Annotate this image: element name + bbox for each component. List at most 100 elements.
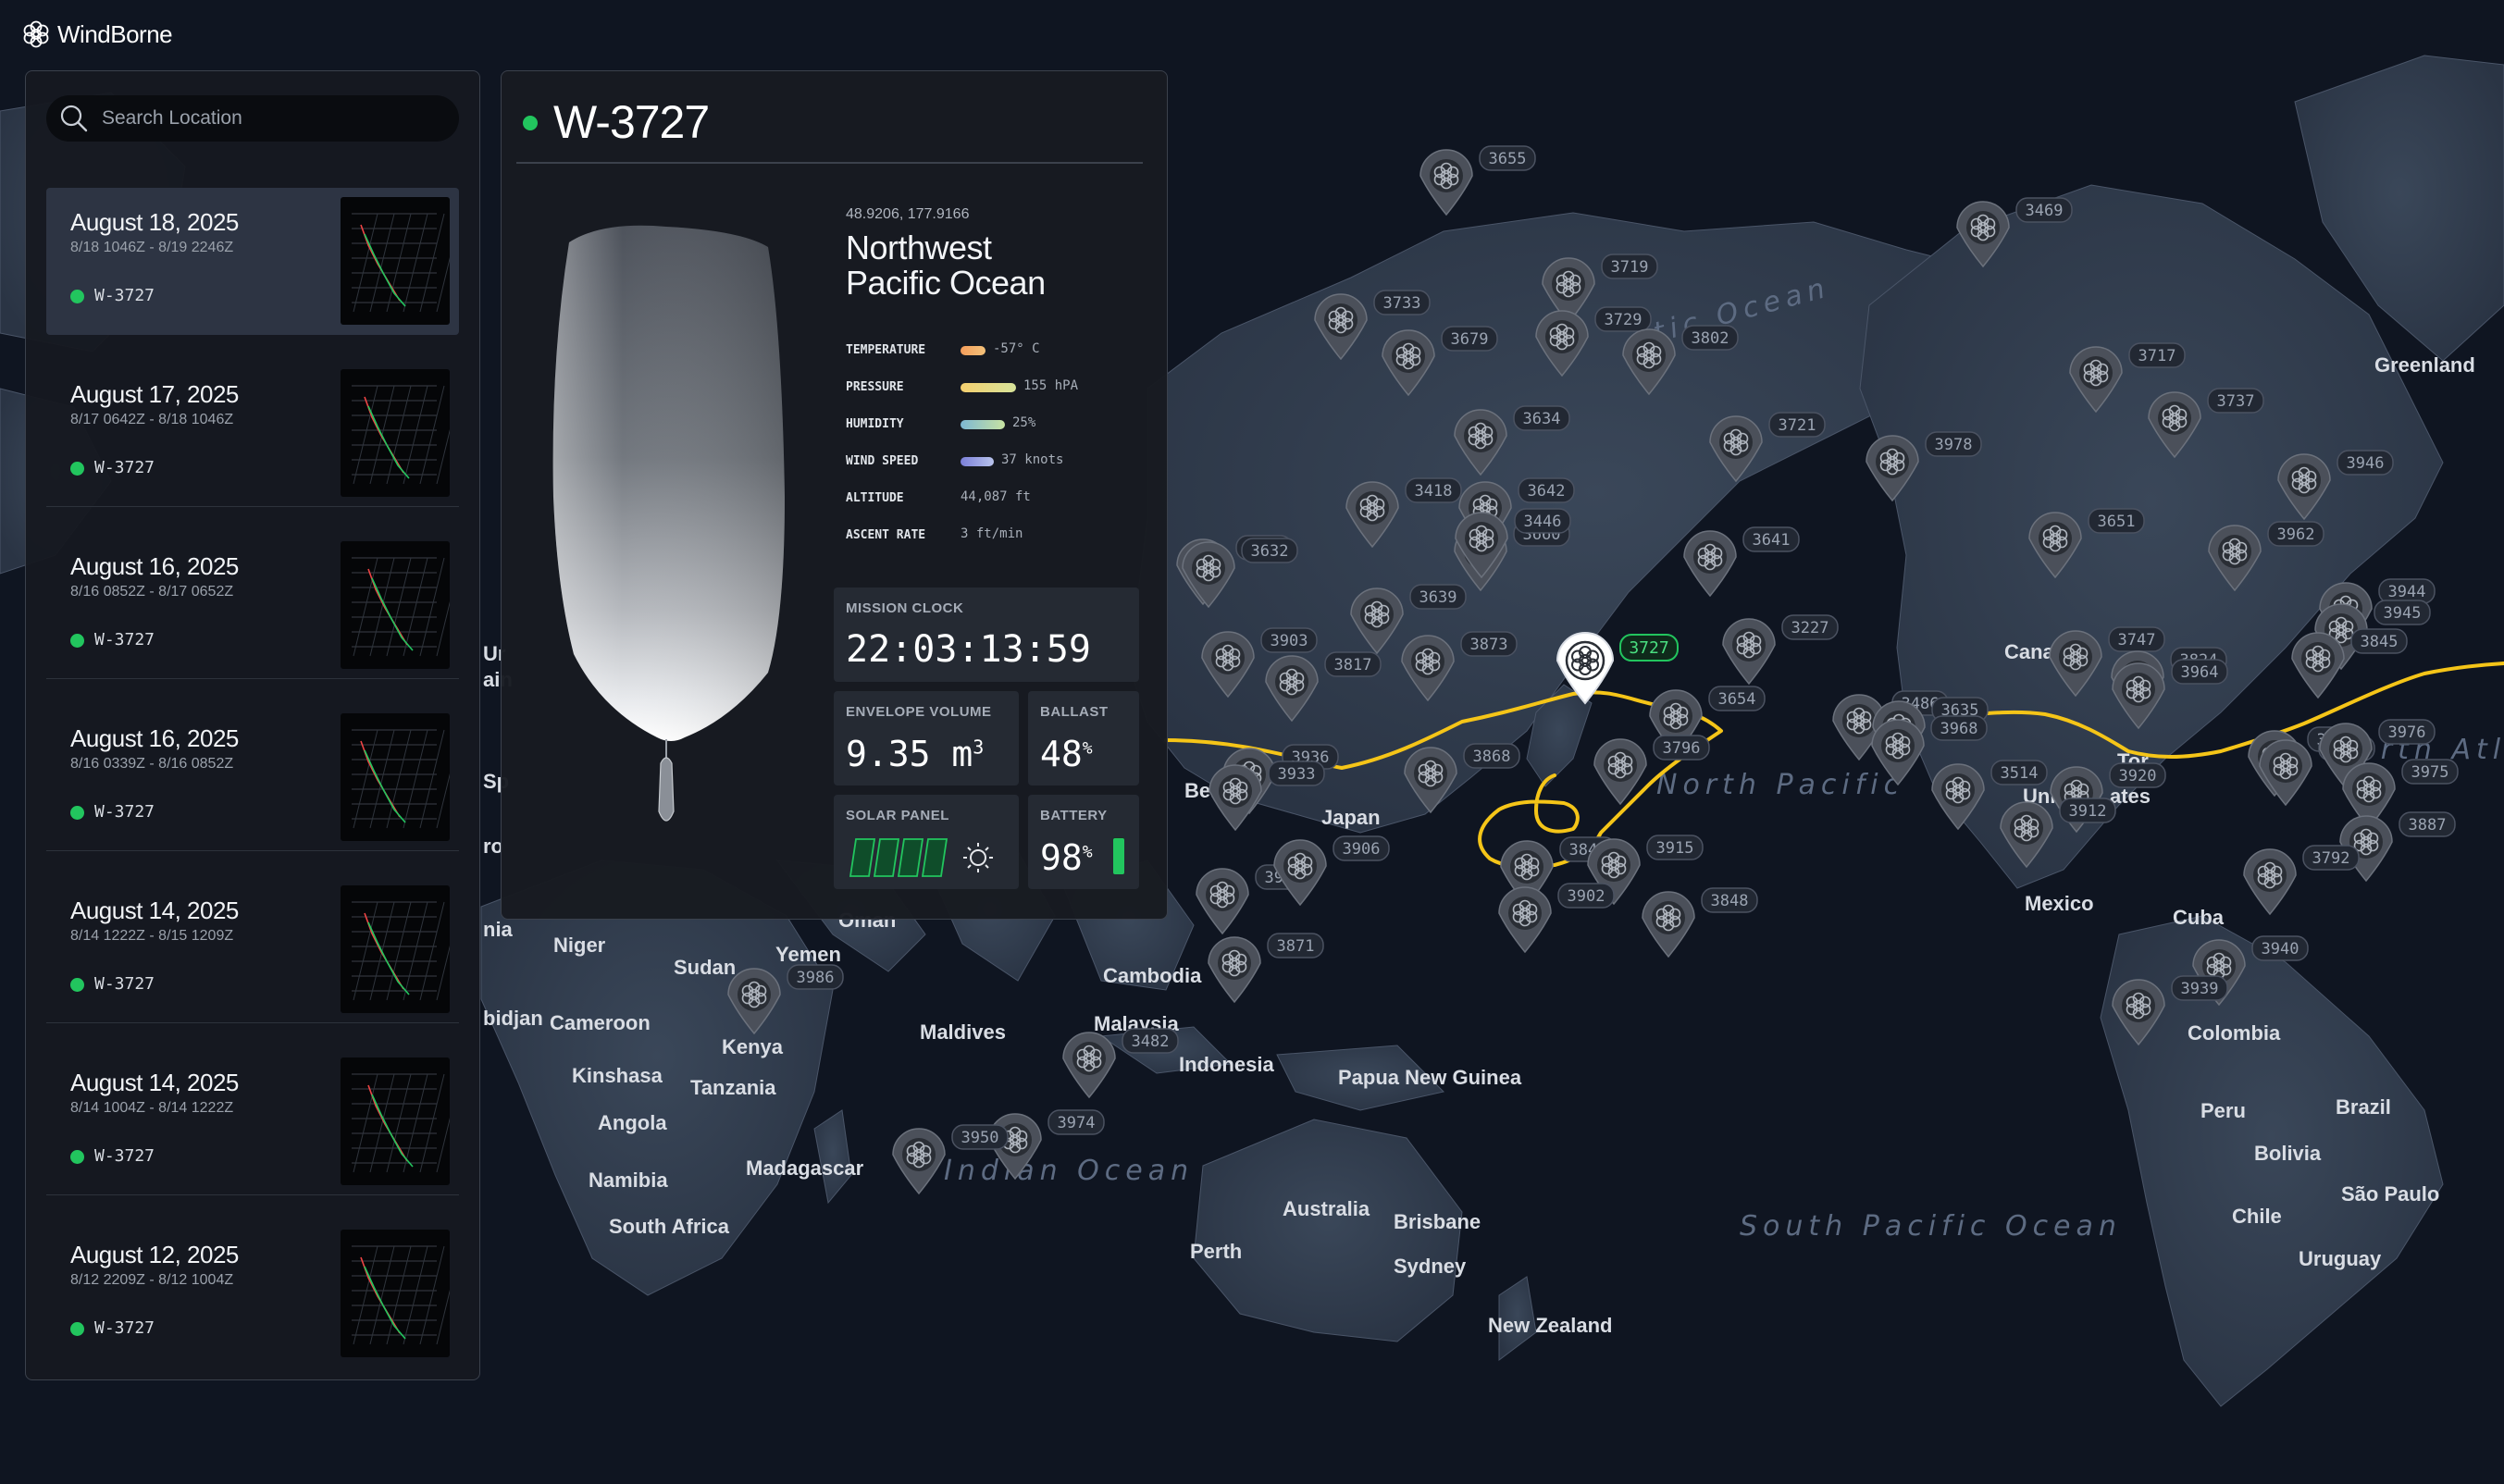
sun-icon	[963, 843, 993, 872]
sounding-thumbnail[interactable]	[341, 1057, 450, 1185]
sounding-thumbnail[interactable]	[341, 1230, 450, 1357]
pin-label: 3719	[1611, 258, 1649, 277]
pin-label: 3641	[1753, 531, 1791, 550]
flight-entry[interactable]: August 16, 2025 8/16 0339Z - 8/16 0852Z …	[46, 704, 459, 851]
map-label: Perth	[1190, 1240, 1242, 1263]
metric-label: TEMPERATURE	[846, 343, 926, 357]
map-label: Cana	[2004, 640, 2055, 663]
telemetry-metrics: TEMPERATURE -57° C PRESSURE 155 hPA HUMI…	[846, 336, 1142, 558]
windborne-flower-icon	[23, 20, 49, 48]
flight-date: August 14, 2025	[70, 897, 239, 924]
temperature-trace	[364, 912, 404, 990]
map-label: Australia	[1283, 1197, 1370, 1220]
metric-altitude: ALTITUDE 44,087 ft	[846, 484, 1142, 521]
sounding-thumbnail[interactable]	[341, 369, 450, 497]
flight-time-range: 8/16 0852Z - 8/17 0652Z	[70, 584, 234, 600]
pin-label: 3639	[1419, 588, 1457, 607]
pin-label: 3737	[2217, 392, 2255, 411]
card-label: BALLAST	[1040, 704, 1109, 720]
location-name: Northwest Pacific Ocean	[846, 230, 1046, 301]
pin-label: 3482	[1132, 1033, 1170, 1051]
map-label: South Africa	[609, 1215, 730, 1238]
metric-label: ASCENT RATE	[846, 528, 926, 542]
status-dot	[70, 1322, 84, 1336]
grid-line	[436, 945, 450, 1001]
grid-line	[436, 1289, 450, 1345]
pin-label: 3634	[1523, 410, 1561, 428]
pin-label: 3632	[1251, 542, 1289, 561]
card-label: BATTERY	[1040, 808, 1108, 823]
metric-pressure: PRESSURE 155 hPA	[846, 373, 1142, 410]
pin-label: 3945	[2384, 604, 2422, 623]
map-label: Indonesia	[1179, 1053, 1274, 1076]
map-label: Cameroon	[550, 1011, 651, 1034]
map-label: Maldives	[920, 1020, 1006, 1044]
sounding-thumbnail[interactable]	[341, 713, 450, 841]
flight-entry[interactable]: August 17, 2025 8/17 0642Z - 8/18 1046Z …	[46, 360, 459, 507]
search-input[interactable]	[100, 106, 455, 130]
pin-label: 3873	[1470, 636, 1508, 654]
ballast-value: 48%	[1040, 734, 1093, 774]
flight-time-range: 8/18 1046Z - 8/19 2246Z	[70, 240, 234, 255]
flight-time-range: 8/16 0339Z - 8/16 0852Z	[70, 756, 234, 772]
pin-label: 3802	[1692, 329, 1729, 348]
pin-label: 3912	[2069, 802, 2107, 821]
flight-entry[interactable]: August 16, 2025 8/16 0852Z - 8/17 0652Z …	[46, 532, 459, 679]
sounding-thumbnail[interactable]	[341, 885, 450, 1013]
pin-label: 3514	[2001, 764, 2039, 783]
dewpoint-trace	[371, 577, 414, 651]
map-label: Tanzania	[690, 1076, 776, 1099]
dewpoint-trace	[364, 1266, 406, 1340]
sounding-plot	[352, 729, 450, 829]
grid-line	[436, 600, 450, 657]
sounding-plot	[352, 213, 450, 313]
map-label: New Zealand	[1488, 1314, 1612, 1337]
flight-entry[interactable]: August 14, 2025 8/14 1004Z - 8/14 1222Z …	[46, 1048, 459, 1195]
pin-label: 3717	[2138, 347, 2176, 365]
solar-cells	[849, 838, 993, 877]
metric-label: HUMIDITY	[846, 417, 904, 431]
balloon-id: W-3727	[94, 1318, 155, 1338]
balloon-id: W-3727	[94, 974, 155, 994]
metric-bar	[961, 457, 994, 466]
mission-clock-value: 22:03:13:59	[846, 628, 1091, 671]
solar-panel-card: SOLAR PANEL	[834, 795, 1019, 889]
search-bar[interactable]	[46, 95, 459, 142]
map-label: Sudan	[674, 956, 736, 979]
flight-entry[interactable]: August 18, 2025 8/18 1046Z - 8/19 2246Z …	[46, 188, 459, 335]
flight-entry[interactable]: August 12, 2025 8/12 2209Z - 8/12 1004Z …	[46, 1220, 459, 1367]
temperature-trace	[367, 1084, 408, 1162]
sounding-plot	[352, 1073, 450, 1173]
dewpoint-trace	[364, 233, 406, 307]
metric-value: 25%	[1012, 415, 1036, 430]
map-label: Peru	[2200, 1099, 2246, 1122]
flight-entry[interactable]: August 14, 2025 8/14 1222Z - 8/15 1209Z …	[46, 876, 459, 1023]
map-label: Uruguay	[2299, 1247, 2382, 1270]
temperature-trace	[367, 568, 408, 646]
unit-superscript: %	[1082, 842, 1093, 862]
sounding-thumbnail[interactable]	[341, 197, 450, 325]
map-label: Greenland	[2374, 353, 2475, 377]
ballast-number: 48	[1040, 734, 1083, 774]
coordinates: 48.9206, 177.9166	[846, 206, 970, 222]
ocean-label: Indian Ocean	[944, 1155, 1194, 1187]
pin-label: 3974	[1058, 1114, 1096, 1132]
pin-label: 3469	[2026, 202, 2064, 220]
sounding-thumbnail[interactable]	[341, 541, 450, 669]
map-label: Angola	[598, 1111, 667, 1134]
unit-superscript: %	[1082, 738, 1093, 759]
map-label: Kenya	[722, 1035, 784, 1058]
status-dot	[523, 116, 538, 130]
divider	[516, 162, 1143, 164]
map-label: Kinshasa	[572, 1064, 663, 1087]
windborne-logo[interactable]: WindBorne	[20, 19, 173, 50]
envelope-volume-value: 9.35 m3	[846, 734, 984, 774]
pin-label: 3964	[2181, 663, 2219, 682]
pin-label: 3848	[1711, 892, 1749, 910]
pin-label: 3906	[1343, 840, 1381, 859]
metric-bar	[961, 420, 1005, 429]
map-label: Bolivia	[2254, 1142, 2322, 1165]
flight-list: August 18, 2025 8/18 1046Z - 8/19 2246Z …	[46, 188, 459, 1392]
ocean-label: South Pacific Ocean	[1740, 1210, 2122, 1243]
metric-value: 37 knots	[1001, 452, 1064, 467]
